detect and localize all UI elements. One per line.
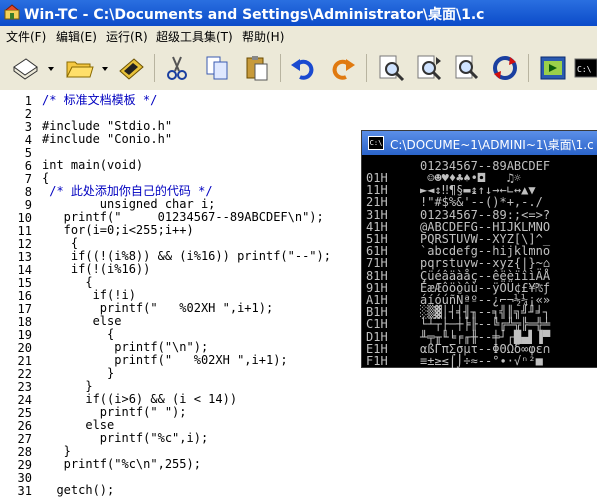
toolbar-separator — [154, 54, 155, 82]
line-number: 16 — [17, 289, 32, 303]
line-number: 5 — [24, 146, 32, 160]
line-number: 10 — [17, 211, 32, 225]
replace-icon[interactable] — [450, 51, 484, 85]
chevron-down-icon[interactable] — [98, 51, 112, 85]
line-number: 12 — [17, 237, 32, 251]
copy-icon[interactable] — [200, 51, 234, 85]
code-line[interactable]: getch(); — [42, 484, 114, 497]
paste-icon[interactable] — [240, 51, 274, 85]
code-line[interactable]: #include "Conio.h" — [42, 133, 172, 146]
line-number: 6 — [24, 159, 32, 173]
line-number: 19 — [17, 328, 32, 342]
line-number: 21 — [17, 354, 32, 368]
menu-bar: 文件(F) 编辑(E) 运行(R) 超级工具集(T) 帮助(H) — [0, 26, 597, 46]
fold-margin — [36, 90, 40, 496]
toolbar: C:\ — [0, 46, 597, 91]
window-titlebar[interactable]: Win-TC - C:\Documents and Settings\Admin… — [0, 0, 597, 26]
console-output: 01234567--89ABCDEF 01H ☺☻♥♦♣♠•◘ ♫☼ 11H ►◄↕… — [362, 155, 597, 368]
line-number: 3 — [24, 120, 32, 134]
find-next-icon[interactable] — [412, 51, 446, 85]
refresh-icon[interactable] — [488, 51, 522, 85]
line-number: 28 — [17, 445, 32, 459]
line-number: 11 — [17, 224, 32, 238]
menu-file[interactable]: 文件(F) — [6, 28, 46, 45]
save-disk-icon[interactable] — [114, 51, 148, 85]
line-number: 30 — [17, 471, 32, 485]
line-number: 23 — [17, 380, 32, 394]
undo-icon[interactable] — [286, 51, 320, 85]
console-row: F1H ≡±≥≤⌠⌡÷≈--°∙·√ⁿ²■ — [366, 355, 543, 368]
line-number: 26 — [17, 419, 32, 433]
wintc-app-icon — [4, 4, 20, 20]
line-number: 22 — [17, 367, 32, 381]
find-icon[interactable] — [374, 51, 408, 85]
toolbar-separator — [528, 54, 529, 82]
line-number: 7 — [24, 172, 32, 186]
console-row-text: ≡±≥≤⌠⌡÷≈--°∙·√ⁿ²■ — [420, 354, 543, 368]
menu-super-tools[interactable]: 超级工具集(T) — [156, 28, 233, 45]
console-icon[interactable]: C:\ — [574, 51, 597, 85]
console-titlebar[interactable]: C:\ C:\DOCUME~1\ADMINI~1\桌面\1.c — [362, 131, 597, 155]
chevron-down-icon[interactable] — [44, 51, 58, 85]
line-number: 1 — [24, 94, 32, 108]
redo-icon[interactable] — [326, 51, 360, 85]
line-number: 20 — [17, 341, 32, 355]
console-row-label: F1H — [366, 354, 388, 368]
console-window[interactable]: C:\ C:\DOCUME~1\ADMINI~1\桌面\1.c 01234567… — [361, 130, 597, 368]
console-app-icon: C:\ — [368, 136, 384, 150]
menu-run[interactable]: 运行(R) — [106, 28, 148, 45]
code-line[interactable]: int main(void) — [42, 159, 143, 172]
line-number: 25 — [17, 406, 32, 420]
compile-run-icon[interactable] — [536, 51, 570, 85]
new-file-icon[interactable] — [8, 51, 42, 85]
line-number: 9 — [24, 198, 32, 212]
cut-scissors-icon[interactable] — [160, 51, 194, 85]
line-number: 29 — [17, 458, 32, 472]
code-line[interactable]: /* 标准文档模板 */ — [42, 94, 157, 107]
line-number: 2 — [24, 107, 32, 121]
line-number: 18 — [17, 315, 32, 329]
svg-text:C:\: C:\ — [577, 65, 592, 74]
open-folder-icon[interactable] — [62, 51, 96, 85]
window-title: Win-TC - C:\Documents and Settings\Admin… — [24, 7, 485, 23]
console-title: C:\DOCUME~1\ADMINI~1\桌面\1.c — [390, 138, 594, 152]
line-number: 8 — [24, 185, 32, 199]
line-number: 14 — [17, 263, 32, 277]
toolbar-separator — [280, 54, 281, 82]
menu-edit[interactable]: 编辑(E) — [56, 28, 97, 45]
line-number: 13 — [17, 250, 32, 264]
code-line[interactable]: printf("%c\n",255); — [42, 458, 201, 471]
menu-help[interactable]: 帮助(H) — [242, 28, 284, 45]
line-number: 24 — [17, 393, 32, 407]
line-number: 17 — [17, 302, 32, 316]
line-number: 27 — [17, 432, 32, 446]
line-number-gutter: 1 2 3 4 5 6 7 8 9 10 11 12 13 14 15 16 17 18 19 20 21 22 23 24 2… — [0, 90, 37, 498]
toolbar-separator — [366, 54, 367, 82]
line-number: 4 — [24, 133, 32, 147]
line-number: 15 — [17, 276, 32, 290]
